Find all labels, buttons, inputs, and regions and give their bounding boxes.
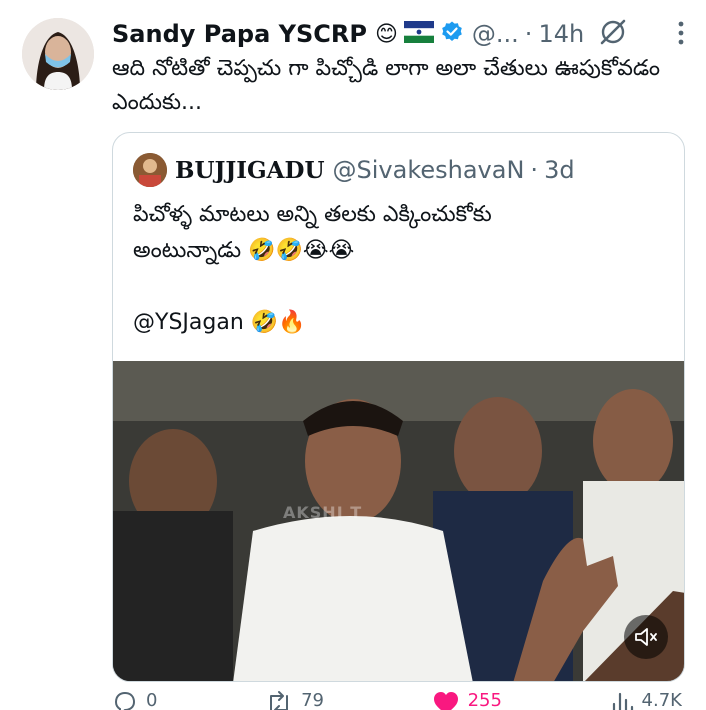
quoted-video[interactable]: AKSHI T — [113, 361, 684, 681]
separator-dot: · — [530, 156, 539, 184]
repost-count: 79 — [301, 690, 324, 710]
quoted-author-name: BUJJIGADU — [175, 156, 325, 184]
mute-icon[interactable] — [624, 615, 668, 659]
quoted-handle: @SivakeshavaN — [332, 156, 525, 184]
separator-dot: · — [524, 20, 533, 48]
views-button[interactable]: 4.7K — [610, 690, 682, 710]
quoted-text: పిచోళ్ళ మాటలు అన్ని తలకు ఎక్కించుకోకు అం… — [133, 202, 492, 335]
post-text: ఆది నోటితో చెప్పచు గా పిచ్చోడి లాగా అలా … — [112, 56, 661, 115]
repost-button[interactable]: 79 — [265, 690, 324, 710]
reply-icon — [112, 690, 138, 710]
quoted-header: BUJJIGADU @SivakeshavaN · 3d — [133, 151, 575, 189]
post-time[interactable]: 14h — [538, 20, 584, 48]
views-count: 4.7K — [641, 690, 682, 710]
post-header: Sandy Papa YSCRP 😊 @... · 14h — [112, 16, 686, 52]
reply-button[interactable]: 0 — [112, 690, 157, 710]
like-count: 255 — [467, 690, 502, 710]
action-bar: 0 79 255 4.7K — [112, 690, 682, 710]
reply-count: 0 — [146, 690, 158, 710]
quoted-avatar — [133, 153, 167, 187]
author-avatar[interactable] — [22, 18, 94, 90]
quoted-time: 3d — [544, 156, 575, 184]
avatar-image — [22, 18, 94, 90]
author-handle[interactable]: @... — [472, 20, 519, 48]
repost-icon — [265, 690, 293, 710]
verified-icon — [440, 20, 464, 48]
flag-icon — [403, 21, 434, 47]
views-icon — [610, 690, 634, 710]
video-watermark: AKSHI T — [283, 503, 363, 522]
video-frame — [113, 361, 684, 681]
like-button[interactable]: 255 — [432, 690, 502, 710]
like-icon — [432, 690, 460, 710]
author-emoji: 😊 — [374, 21, 398, 47]
more-icon[interactable] — [676, 20, 686, 50]
quoted-tweet[interactable]: BUJJIGADU @SivakeshavaN · 3d పిచోళ్ళ మాట… — [112, 132, 685, 682]
author-name[interactable]: Sandy Papa YSCRP — [112, 20, 367, 48]
grok-icon[interactable] — [598, 17, 628, 51]
